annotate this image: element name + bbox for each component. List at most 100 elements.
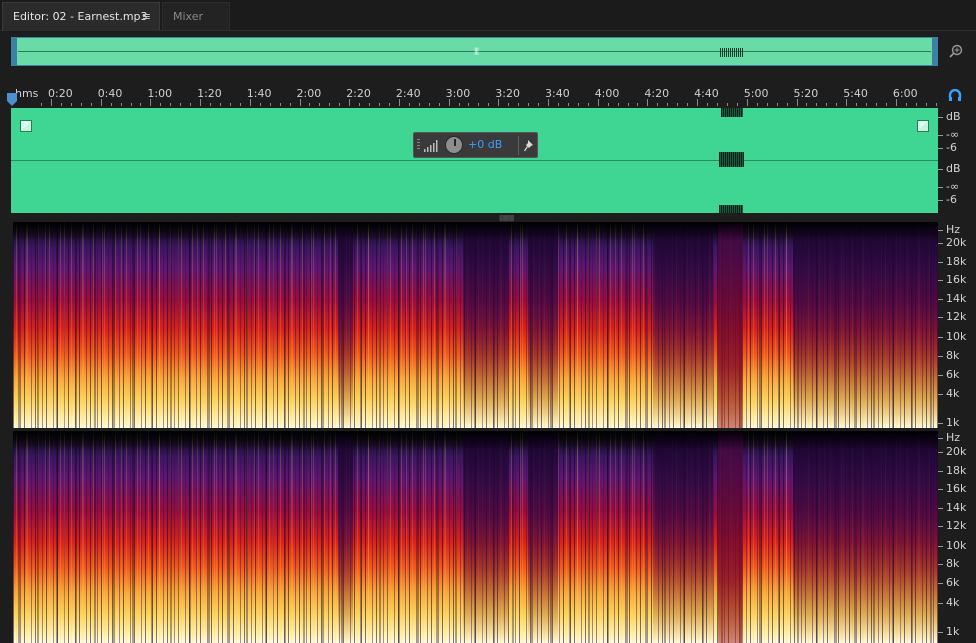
ruler-tick bbox=[866, 103, 868, 106]
db-scale-label-tick bbox=[938, 148, 943, 149]
panel-splitter[interactable]: |||||||||||||| bbox=[499, 215, 514, 222]
hz-scale-label-tick bbox=[938, 438, 943, 439]
snap-icon[interactable] bbox=[948, 89, 962, 103]
ruler-tick bbox=[110, 103, 112, 106]
ruler-tick bbox=[219, 103, 221, 106]
ruler-tick bbox=[587, 103, 589, 106]
waveform-peak bbox=[719, 152, 744, 167]
ruler-tick bbox=[150, 99, 152, 106]
db-scale-label: dB bbox=[946, 110, 961, 123]
db-scale-label: dB bbox=[946, 162, 961, 175]
hud-divider bbox=[518, 136, 519, 155]
overview-navigator[interactable]: ||| bbox=[11, 37, 938, 66]
ruler-tick bbox=[200, 99, 202, 106]
db-scale-label-tick bbox=[938, 169, 943, 170]
hz-scale-label: 12k bbox=[946, 519, 967, 532]
hz-scale-label: 10k bbox=[946, 539, 967, 552]
ruler-tick bbox=[806, 103, 808, 106]
ruler-tick bbox=[41, 103, 43, 106]
ruler-tick bbox=[707, 103, 709, 106]
tab-editor[interactable]: Editor: 02 - Earnest.mp3 ≡ bbox=[2, 2, 160, 30]
ruler-tick bbox=[836, 103, 838, 106]
ruler-tick bbox=[756, 103, 758, 106]
hz-scale-label-tick bbox=[938, 394, 943, 395]
ruler-tick bbox=[379, 103, 381, 106]
hud-grip[interactable] bbox=[417, 139, 420, 151]
ruler-tick bbox=[895, 99, 897, 106]
ruler-tick bbox=[637, 103, 639, 106]
ruler-tick bbox=[398, 99, 400, 106]
db-scale-label-tick bbox=[938, 135, 943, 136]
tab-mixer[interactable]: Mixer bbox=[162, 2, 230, 30]
ruler-tick bbox=[915, 103, 917, 106]
volume-hud[interactable]: +0 dB bbox=[413, 132, 538, 158]
ruler-tick bbox=[448, 99, 450, 106]
tab-editor-label: Editor: 02 - Earnest.mp3 bbox=[13, 10, 148, 23]
hz-scale-label: 20k bbox=[946, 445, 967, 458]
ruler-tick bbox=[319, 103, 321, 106]
pin-icon[interactable] bbox=[524, 139, 535, 152]
hz-scale-label-tick bbox=[938, 423, 943, 424]
hz-scale-label: 4k bbox=[946, 596, 960, 609]
ruler-tick bbox=[249, 99, 251, 106]
panel-tab-bar: Editor: 02 - Earnest.mp3 ≡ Mixer bbox=[0, 0, 976, 31]
time-ruler[interactable]: hms 0:20 0:40 1:00 1:20 1:40 2:00 2:20 2:40 3:00… bbox=[11, 84, 938, 108]
hz-scale-label: 8k bbox=[946, 349, 960, 362]
ruler-tick bbox=[726, 103, 728, 106]
ruler-tick bbox=[309, 103, 311, 106]
ruler-tick bbox=[677, 103, 679, 106]
overview-right-handle[interactable] bbox=[932, 38, 937, 65]
ruler-tick bbox=[418, 103, 420, 106]
hz-scale-label-tick bbox=[938, 299, 943, 300]
ruler-tick bbox=[259, 103, 261, 106]
waveform-peak bbox=[719, 205, 743, 213]
hz-scale-label-tick bbox=[938, 356, 943, 357]
fade-out-handle[interactable] bbox=[917, 120, 929, 132]
hz-scale-label-tick bbox=[938, 375, 943, 376]
ruler-tick bbox=[90, 103, 92, 106]
ruler-tick bbox=[528, 103, 530, 106]
audio-editor-window: Editor: 02 - Earnest.mp3 ≡ Mixer ||| hms… bbox=[0, 0, 976, 643]
ruler-tick bbox=[846, 99, 848, 106]
ruler-tick bbox=[607, 103, 609, 106]
ruler-tick bbox=[80, 103, 82, 106]
db-scale-label-tick bbox=[938, 117, 943, 118]
zoom-full-icon[interactable] bbox=[948, 43, 964, 59]
hz-scale-label: 8k bbox=[946, 557, 960, 570]
overview-center-grip[interactable]: ||| bbox=[474, 47, 479, 55]
fade-in-handle[interactable] bbox=[20, 120, 32, 132]
hz-scale-label: 10k bbox=[946, 330, 967, 343]
waveform-display[interactable] bbox=[11, 108, 938, 213]
hz-scale-label: 18k bbox=[946, 255, 967, 268]
ruler-tick bbox=[597, 99, 599, 106]
volume-knob-icon[interactable] bbox=[445, 136, 463, 154]
ruler-tick bbox=[885, 103, 887, 106]
ruler-tick bbox=[697, 99, 699, 106]
ruler-tick bbox=[876, 103, 878, 106]
hz-scale-label: 16k bbox=[946, 482, 967, 495]
ruler-tick bbox=[786, 103, 788, 106]
ruler-tick bbox=[438, 103, 440, 106]
ruler-tick bbox=[716, 103, 718, 106]
ruler-tick bbox=[935, 103, 937, 106]
ruler-tick bbox=[627, 103, 629, 106]
ruler-tick bbox=[826, 103, 828, 106]
tab-mixer-label: Mixer bbox=[173, 10, 204, 23]
overview-left-handle[interactable] bbox=[12, 38, 17, 65]
panel-menu-icon[interactable]: ≡ bbox=[142, 3, 151, 31]
hz-scale-label: 12k bbox=[946, 310, 967, 323]
volume-value[interactable]: +0 dB bbox=[468, 138, 502, 151]
ruler-tick bbox=[776, 103, 778, 106]
db-scale-label: -6 bbox=[946, 141, 957, 154]
ruler-tick bbox=[369, 103, 371, 106]
volume-bars-icon bbox=[424, 140, 438, 152]
db-scale-label-tick bbox=[938, 187, 943, 188]
hz-scale-label-tick bbox=[938, 526, 943, 527]
playhead-icon[interactable] bbox=[7, 93, 17, 107]
hz-scale-label-tick bbox=[938, 489, 943, 490]
spectral-display-right[interactable] bbox=[13, 431, 938, 643]
hz-scale-label-tick bbox=[938, 564, 943, 565]
hz-scale-label: 20k bbox=[946, 236, 967, 249]
spectral-display-left[interactable] bbox=[13, 222, 938, 428]
hz-scale-label: 1k bbox=[946, 625, 960, 638]
